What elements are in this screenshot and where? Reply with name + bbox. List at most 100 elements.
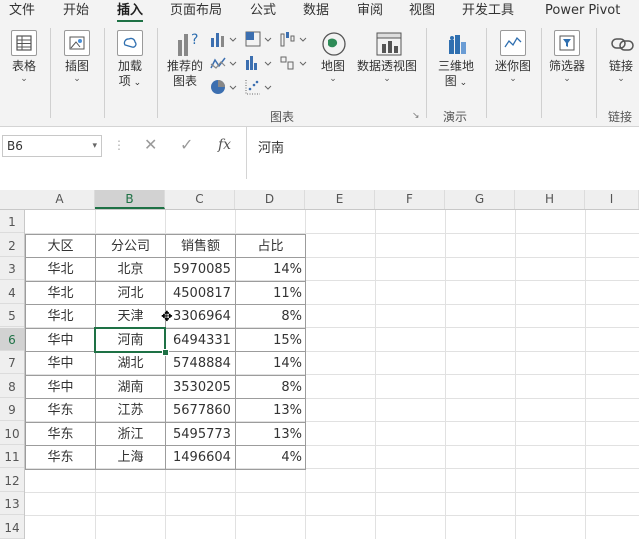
row-header[interactable]: 4 <box>0 281 24 304</box>
name-box[interactable]: B6 ▾ <box>2 135 102 157</box>
tab-review[interactable]: 审阅 <box>357 0 383 24</box>
tab-developer[interactable]: 开发工具 <box>462 0 514 24</box>
table-cell[interactable]: 天津 <box>95 304 166 329</box>
table-button[interactable]: 表格 ⌄ <box>6 30 42 84</box>
column-header-d[interactable]: D <box>235 190 305 209</box>
row-header[interactable]: 14 <box>0 516 24 539</box>
table-cell[interactable]: 8% <box>235 374 306 399</box>
table-cell[interactable]: 1496604 <box>165 445 236 470</box>
tab-file[interactable]: 文件 <box>9 0 35 24</box>
row-header[interactable]: 3 <box>0 257 24 280</box>
illustrations-button[interactable]: 插图 ⌄ <box>59 30 95 84</box>
table-cell[interactable]: 14% <box>235 351 306 376</box>
row-header-selected[interactable]: 6 <box>0 327 24 351</box>
table-cell[interactable]: 华中 <box>25 351 96 376</box>
table-cell[interactable]: 华中 <box>25 374 96 399</box>
column-header-c[interactable]: C <box>165 190 235 209</box>
maps-button[interactable]: 地图 ⌄ <box>316 30 350 84</box>
table-cell[interactable]: 河北 <box>95 280 166 305</box>
pie-chart-button[interactable] <box>209 78 239 96</box>
table-cell[interactable]: 北京 <box>95 257 166 282</box>
row-header[interactable]: 8 <box>0 375 24 398</box>
table-cell[interactable]: 5748884 <box>165 351 236 376</box>
combo-chart-button[interactable] <box>279 54 309 72</box>
line-chart-button[interactable] <box>209 54 239 72</box>
worksheet-grid[interactable]: 大区 分公司 销售额 占比 华北 北京 5970085 14% 华北 河北 45… <box>25 210 639 539</box>
table-cell[interactable]: 11% <box>235 280 306 305</box>
links-button[interactable]: 链接 ⌄ <box>603 30 639 84</box>
addins-button[interactable]: 加载 项 ⌄ <box>112 30 148 91</box>
row-header[interactable]: 12 <box>0 469 24 492</box>
table-cell[interactable]: 8% <box>235 304 306 329</box>
tab-page-layout[interactable]: 页面布局 <box>170 0 222 24</box>
recommended-charts-button[interactable]: ? 推荐的 图表 <box>164 30 206 89</box>
column-header-b[interactable]: B <box>95 190 165 209</box>
row-header[interactable]: 1 <box>0 210 24 233</box>
table-cell[interactable]: 4500817 <box>165 280 236 305</box>
table-cell[interactable]: 3530205 <box>165 374 236 399</box>
waterfall-chart-button[interactable] <box>279 30 309 48</box>
row-header[interactable]: 11 <box>0 445 24 468</box>
table-cell[interactable]: 华北 <box>25 257 96 282</box>
more-icon[interactable]: ⋮ <box>113 135 125 157</box>
table-header-cell[interactable]: 分公司 <box>95 233 166 258</box>
scatter-chart-button[interactable] <box>244 78 274 96</box>
tab-formulas[interactable]: 公式 <box>250 0 276 24</box>
fill-handle[interactable] <box>162 348 169 356</box>
column-chart-button[interactable] <box>209 30 239 48</box>
table-cell[interactable]: 4% <box>235 445 306 470</box>
row-header[interactable]: 13 <box>0 492 24 515</box>
column-header-a[interactable]: A <box>25 190 95 209</box>
table-cell[interactable]: 华东 <box>25 398 96 423</box>
tab-home[interactable]: 开始 <box>63 0 89 24</box>
close-icon[interactable]: ✕ <box>144 135 157 157</box>
column-header-f[interactable]: F <box>375 190 445 209</box>
table-header-cell[interactable]: 大区 <box>25 233 96 258</box>
pivot-chart-button[interactable]: 数据透视图 ⌄ <box>355 30 419 84</box>
table-header-cell[interactable]: 占比 <box>235 233 306 258</box>
row-header[interactable]: 5 <box>0 304 24 327</box>
row-header[interactable]: 10 <box>0 422 24 445</box>
table-cell[interactable]: 华北 <box>25 280 96 305</box>
table-cell[interactable]: 3306964 <box>165 304 236 329</box>
tab-power-pivot[interactable]: Power Pivot <box>545 0 620 24</box>
tab-data[interactable]: 数据 <box>303 0 329 24</box>
column-header-h[interactable]: H <box>515 190 585 209</box>
table-cell[interactable]: 华中 <box>25 327 96 352</box>
table-cell[interactable]: 华东 <box>25 445 96 470</box>
formula-input[interactable]: 河南 <box>246 127 639 179</box>
table-cell[interactable]: 13% <box>235 398 306 423</box>
table-cell[interactable]: 华北 <box>25 304 96 329</box>
table-cell[interactable]: 15% <box>235 327 306 352</box>
statistic-chart-button[interactable] <box>244 54 274 72</box>
table-cell[interactable]: 5970085 <box>165 257 236 282</box>
table-cell[interactable]: 华东 <box>25 421 96 446</box>
row-header[interactable]: 2 <box>0 234 24 257</box>
column-header-e[interactable]: E <box>305 190 375 209</box>
table-cell[interactable]: 湖南 <box>95 374 166 399</box>
filters-button[interactable]: 筛选器 ⌄ <box>546 30 588 84</box>
table-cell[interactable]: 5495773 <box>165 421 236 446</box>
check-icon[interactable]: ✓ <box>180 135 193 157</box>
column-header-g[interactable]: G <box>445 190 515 209</box>
table-cell[interactable]: 6494331 <box>165 327 236 352</box>
column-header-i[interactable]: I <box>585 190 639 209</box>
function-icon[interactable]: fx <box>218 135 231 157</box>
table-cell[interactable]: 上海 <box>95 445 166 470</box>
dialog-launcher-icon[interactable]: ↘ <box>412 111 420 121</box>
table-cell[interactable]: 江苏 <box>95 398 166 423</box>
row-header[interactable]: 7 <box>0 351 24 374</box>
row-header[interactable]: 9 <box>0 398 24 421</box>
tab-insert[interactable]: 插入 <box>117 0 144 24</box>
table-cell[interactable]: 5677860 <box>165 398 236 423</box>
tab-view[interactable]: 视图 <box>409 0 435 24</box>
table-cell[interactable]: 湖北 <box>95 351 166 376</box>
chevron-down-icon[interactable]: ▾ <box>92 136 97 156</box>
table-cell[interactable]: 浙江 <box>95 421 166 446</box>
3d-map-button[interactable]: 三维地 图 ⌄ <box>434 30 478 91</box>
hierarchy-chart-button[interactable] <box>244 30 274 48</box>
sparklines-button[interactable]: 迷你图 ⌄ <box>492 30 534 84</box>
table-cell[interactable]: 13% <box>235 421 306 446</box>
table-cell[interactable]: 14% <box>235 257 306 282</box>
table-header-cell[interactable]: 销售额 <box>165 233 236 258</box>
